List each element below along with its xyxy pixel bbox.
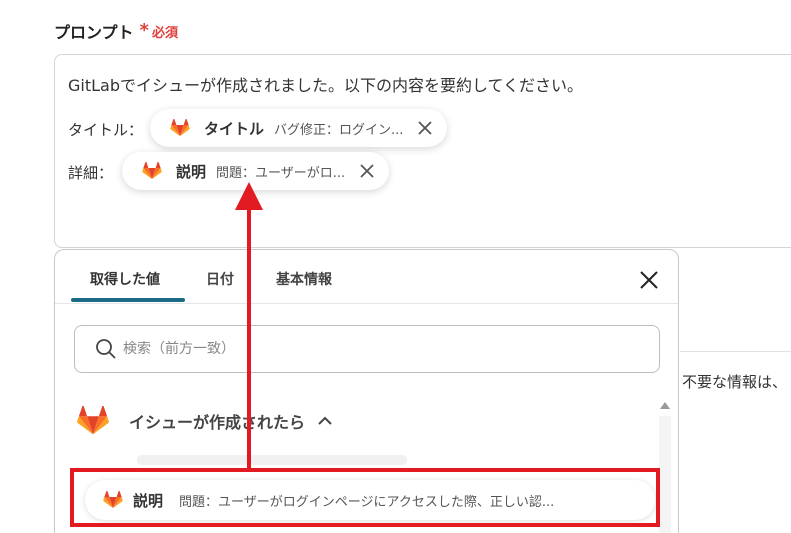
- close-icon[interactable]: [417, 120, 433, 136]
- detail-label: 詳細：: [68, 164, 114, 182]
- close-icon[interactable]: [638, 269, 660, 291]
- tab-bar: 取得した値 日付 基本情報: [55, 250, 678, 304]
- search-box[interactable]: [74, 325, 660, 373]
- prompt-text: GitLabでイシューが作成されました。以下の内容を要約してください。: [68, 76, 584, 95]
- scrollbar-track[interactable]: [659, 416, 671, 533]
- title-variable-chip[interactable]: タイトル バグ修正：ログイン...: [150, 109, 448, 147]
- chip-value: バグ修正：ログイン...: [274, 122, 404, 138]
- required-text: 必須: [151, 25, 178, 41]
- chip-name: 説明: [176, 162, 207, 181]
- gitlab-icon: [77, 406, 109, 435]
- annotation-arrow-shaft: [247, 206, 251, 468]
- tab-date[interactable]: 日付: [206, 269, 234, 289]
- background-help-text: 不要な情報は、: [682, 373, 788, 391]
- highlight-box: [70, 468, 660, 527]
- close-icon[interactable]: [359, 163, 375, 179]
- search-input[interactable]: [123, 341, 523, 357]
- annotation-arrow-head: [235, 182, 263, 210]
- chip-name: タイトル: [204, 119, 265, 138]
- gitlab-icon: [142, 162, 162, 180]
- gitlab-icon: [170, 119, 190, 137]
- required-indicator: * 必須: [140, 22, 178, 41]
- prompt-textarea[interactable]: GitLabでイシューが作成されました。以下の内容を要約してください。 タイトル…: [54, 54, 791, 248]
- search-icon: [96, 339, 116, 359]
- scroll-up-icon[interactable]: [659, 400, 671, 410]
- section-title: イシューが作成されたら: [129, 413, 306, 432]
- tab-basic-info[interactable]: 基本情報: [276, 269, 332, 289]
- field-label-text: プロンプト: [54, 23, 134, 42]
- title-label: タイトル：: [68, 121, 144, 139]
- background-divider: [680, 351, 791, 352]
- active-tab-indicator: [71, 298, 185, 302]
- tab-acquired-values[interactable]: 取得した値: [90, 269, 160, 289]
- required-asterisk: *: [139, 20, 149, 41]
- hidden-list-item: [137, 455, 407, 465]
- chevron-up-icon[interactable]: [317, 413, 333, 429]
- prompt-field-label: プロンプト * 必須: [54, 19, 178, 43]
- trigger-section-header[interactable]: イシューが作成されたら: [77, 406, 333, 436]
- chip-value: 問題：ユーザーがロ...: [216, 165, 346, 181]
